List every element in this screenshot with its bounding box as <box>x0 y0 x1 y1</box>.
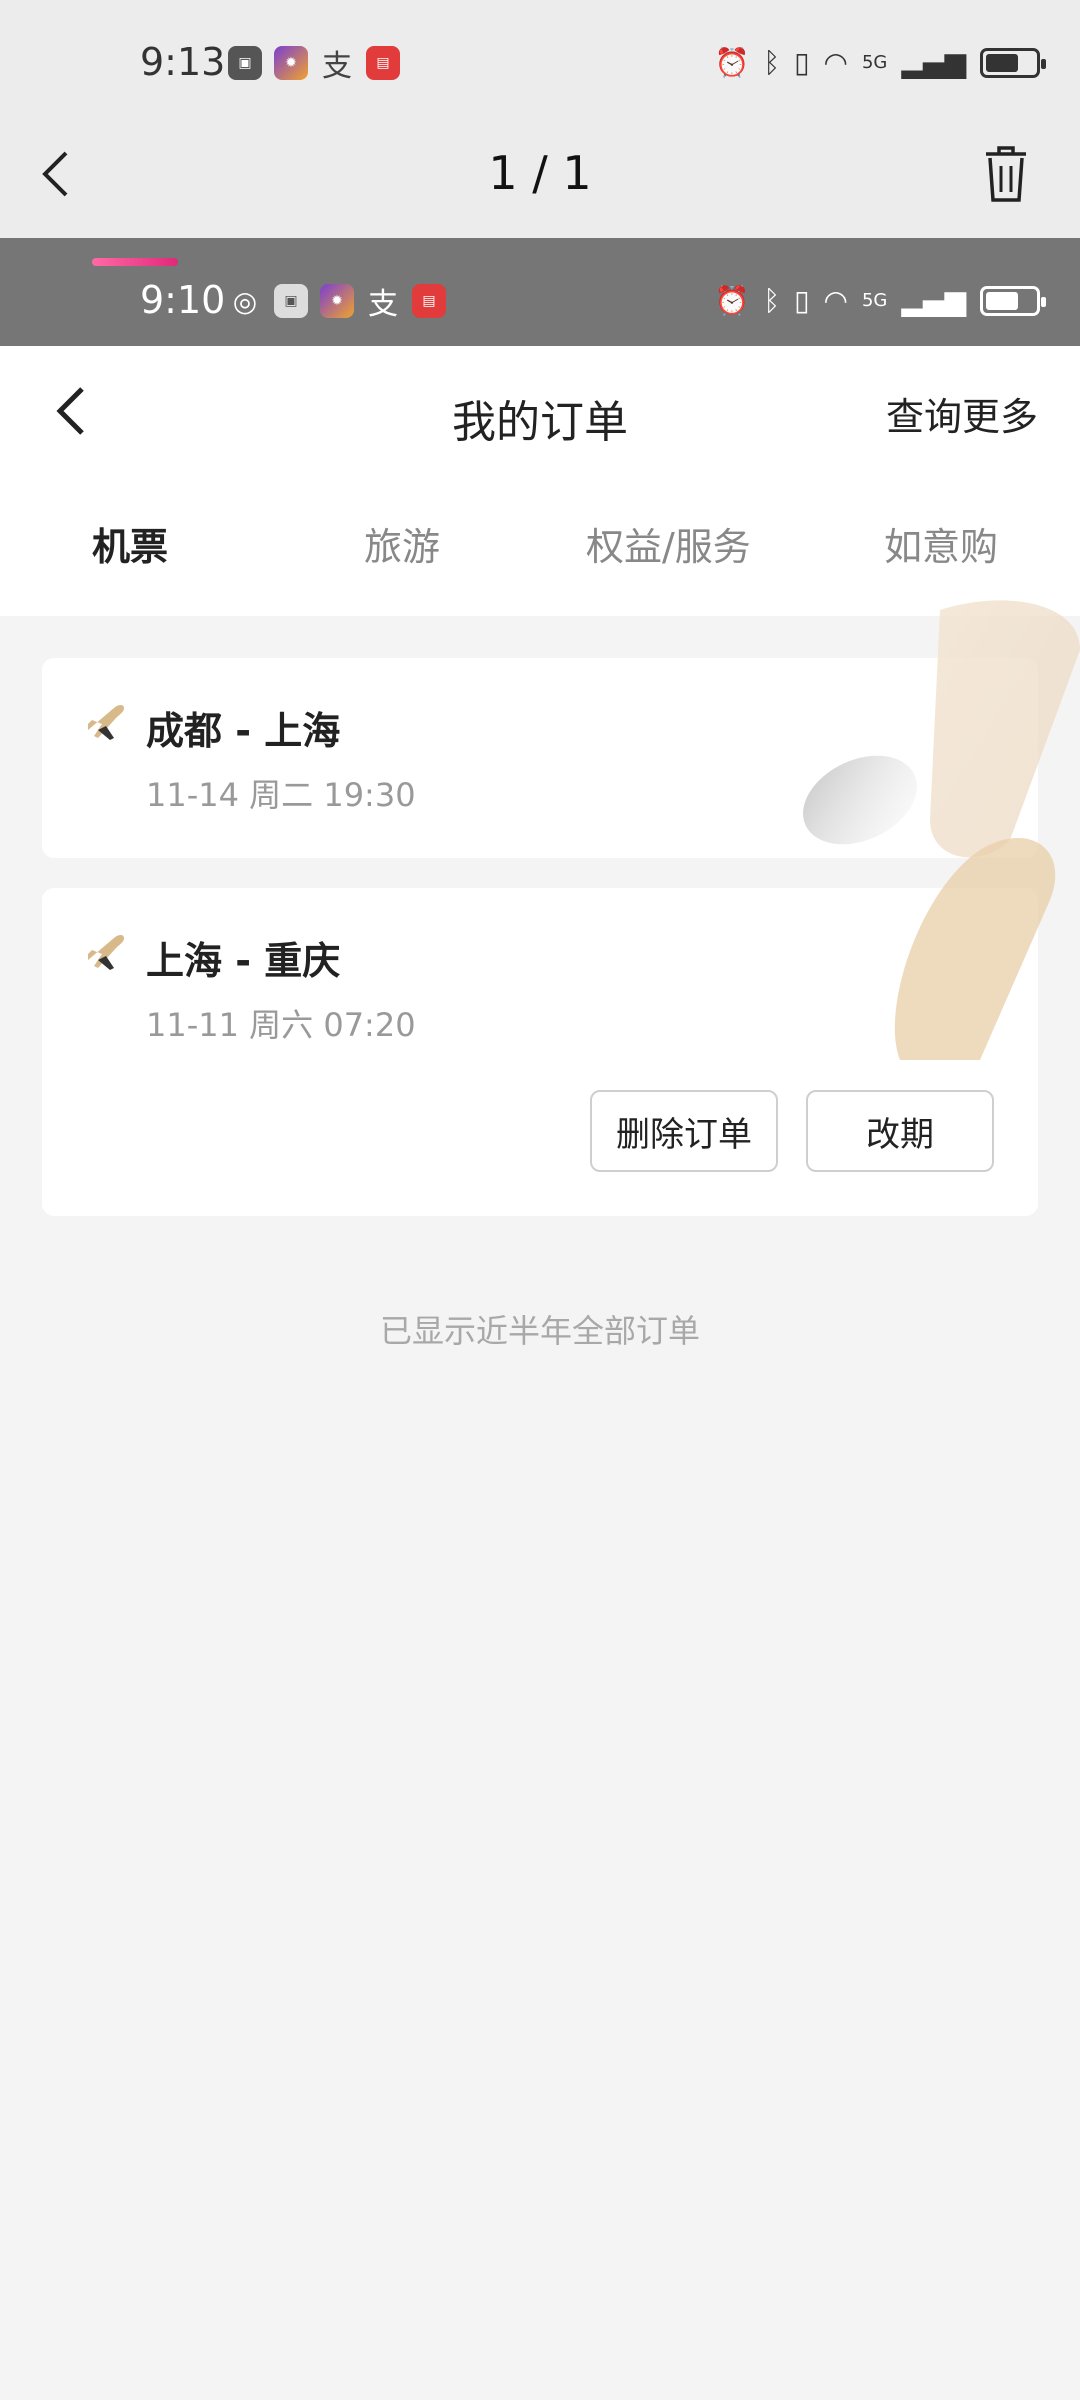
screenshot-app-icons: ◎ ▣ ✹ 支 ▤ <box>228 284 446 322</box>
reschedule-button[interactable]: 改期 <box>806 1090 994 1172</box>
red-app-icon: ▤ <box>412 284 446 318</box>
screenshot-status-bar: 9:10 ◎ ▣ ✹ 支 ▤ ⏰ ᛒ ▯ ◠ 5G ▂▄▆ <box>0 238 1080 346</box>
alipay-icon: 支 <box>322 49 352 84</box>
bluetooth-icon: ᛒ <box>763 284 781 317</box>
status-app-icons: ▣ ✹ 支 ▤ <box>228 46 400 84</box>
battery-icon <box>980 285 1046 316</box>
plane-icon <box>88 935 124 970</box>
alarm-icon: ⏰ <box>714 284 750 317</box>
order-tabs: 机票 旅游 权益/服务 如意购 <box>0 516 1080 596</box>
travel-app-icon: ✹ <box>274 46 308 80</box>
signal-icon: ▂▄▆ <box>901 284 966 317</box>
tab-benefits-services[interactable]: 权益/服务 <box>586 516 751 571</box>
tab-ruyigou[interactable]: 如意购 <box>884 516 998 571</box>
network-type: 5G <box>861 52 888 73</box>
status-time: 9:13 <box>140 40 226 84</box>
status-indicators: ⏰ ᛒ ▯ ◠ 5G ▂▄▆ <box>714 46 1046 79</box>
query-more-link[interactable]: 查询更多 <box>886 386 1038 441</box>
order-date: 11-14 周二 19:30 <box>146 776 416 814</box>
order-card[interactable]: 上海 - 重庆 11-11 周六 07:20 删除订单 改期 <box>42 888 1038 1216</box>
huawei-app-icon: ▣ <box>274 284 308 318</box>
wechat-icon: ◎ <box>232 284 258 318</box>
tab-flights[interactable]: 机票 <box>92 516 168 571</box>
order-route: 上海 - 重庆 <box>146 939 341 983</box>
order-date: 11-11 周六 07:20 <box>146 1006 416 1044</box>
battery-icon <box>980 47 1046 78</box>
orders-header: 我的订单 查询更多 机票 旅游 权益/服务 如意购 <box>0 346 1080 616</box>
red-app-icon: ▤ <box>366 46 400 80</box>
bluetooth-icon: ᛒ <box>763 46 781 79</box>
vibrate-icon: ▯ <box>794 46 810 79</box>
signal-icon: ▂▄▆ <box>901 46 966 79</box>
wifi-icon: ◠ <box>823 284 848 317</box>
order-route: 成都 - 上海 <box>146 709 341 753</box>
delete-image-button[interactable] <box>982 144 1030 204</box>
screenshot-status-time: 9:10 <box>140 278 226 322</box>
alarm-icon: ⏰ <box>714 46 750 79</box>
image-counter: 1 / 1 <box>488 146 592 200</box>
tab-travel[interactable]: 旅游 <box>364 516 440 571</box>
order-card[interactable]: 成都 - 上海 11-14 周二 19:30 <box>42 658 1038 858</box>
image-viewer-bar: 1 / 1 <box>0 110 1080 238</box>
orders-footer-note: 已显示近半年全部订单 <box>379 1312 700 1350</box>
travel-app-icon: ✹ <box>320 284 354 318</box>
screenshot-status-indicators: ⏰ ᛒ ▯ ◠ 5G ▂▄▆ <box>714 284 1046 317</box>
huawei-app-icon: ▣ <box>228 46 262 80</box>
wifi-icon: ◠ <box>823 46 848 79</box>
plane-icon <box>88 705 124 740</box>
trash-icon <box>986 146 1026 202</box>
vibrate-icon: ▯ <box>794 284 810 317</box>
delete-order-button[interactable]: 删除订单 <box>590 1090 778 1172</box>
network-type: 5G <box>861 290 888 311</box>
alipay-icon: 支 <box>368 287 398 322</box>
active-tab-indicator <box>92 258 178 266</box>
